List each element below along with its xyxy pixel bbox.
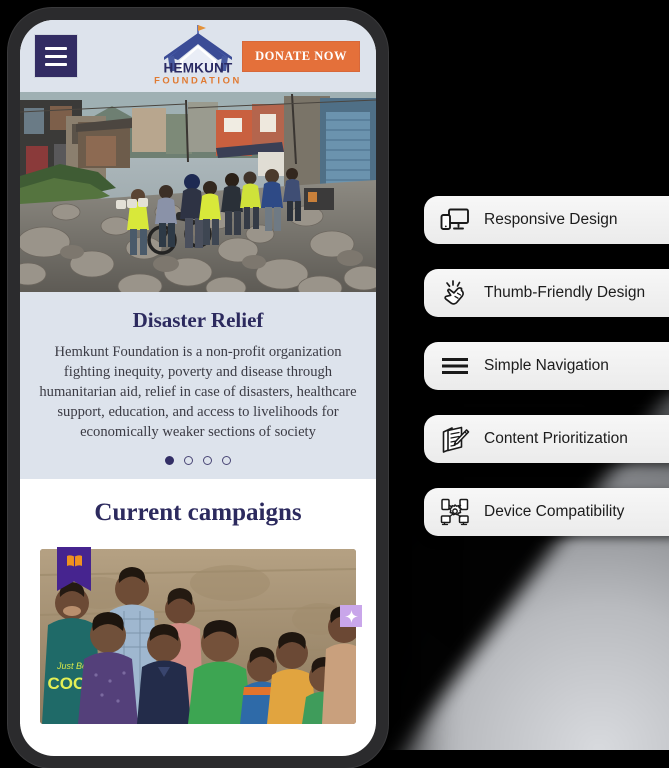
feature-card-content-prioritization[interactable]: Content Prioritization bbox=[424, 415, 669, 463]
hemkunt-logo-icon: HEMKUNT FOUNDATION bbox=[154, 25, 242, 86]
svg-text:Just Be: Just Be bbox=[56, 661, 87, 671]
slide-description: Hemkunt Foundation is a non-profit organ… bbox=[39, 344, 357, 440]
document-pencil-icon bbox=[440, 424, 470, 454]
sparkle-icon bbox=[344, 609, 358, 623]
thumb-tap-icon bbox=[440, 278, 470, 308]
phone-mockup: HEMKUNT FOUNDATION RELIEF AID · EDUCATIO… bbox=[8, 8, 388, 768]
feature-card-thumb-friendly-design[interactable]: Thumb-Friendly Design bbox=[424, 269, 669, 317]
hero-slide-caption: Disaster Relief Hemkunt Foundation is a … bbox=[20, 292, 376, 479]
carousel-dot-4[interactable] bbox=[222, 456, 231, 465]
disaster-relief-photo bbox=[20, 92, 376, 292]
site-header: HEMKUNT FOUNDATION RELIEF AID · EDUCATIO… bbox=[20, 20, 376, 101]
hamburger-menu-icon bbox=[440, 351, 470, 381]
feature-label: Device Compatibility bbox=[484, 503, 625, 520]
current-campaigns-section: Current campaigns Just Be COOL bbox=[20, 479, 376, 724]
carousel-dot-3[interactable] bbox=[203, 456, 212, 465]
feature-card-device-compatibility[interactable]: Device Compatibility bbox=[424, 488, 669, 536]
feature-label: Thumb-Friendly Design bbox=[484, 284, 646, 301]
campaigns-heading: Current campaigns bbox=[94, 499, 302, 526]
feature-card-simple-navigation[interactable]: Simple Navigation bbox=[424, 342, 669, 390]
menu-button[interactable] bbox=[34, 34, 78, 78]
book-icon bbox=[66, 555, 82, 567]
hamburger-icon-bar bbox=[45, 62, 67, 66]
feature-label: Content Prioritization bbox=[484, 430, 628, 447]
responsive-design-icon bbox=[440, 205, 470, 235]
feature-card-responsive-design[interactable]: Responsive Design bbox=[424, 196, 669, 244]
carousel-dots bbox=[34, 456, 362, 465]
devices-gear-icon bbox=[440, 497, 470, 527]
hamburger-icon-bar bbox=[45, 46, 67, 50]
campaign-sparkle-chip[interactable] bbox=[340, 605, 362, 627]
site-logo[interactable]: HEMKUNT FOUNDATION RELIEF AID · EDUCATIO… bbox=[146, 23, 250, 101]
slide-title: Disaster Relief bbox=[132, 308, 264, 332]
phone-screen: HEMKUNT FOUNDATION RELIEF AID · EDUCATIO… bbox=[20, 20, 376, 756]
feature-card-list: Responsive Design Thumb-Friendly Design bbox=[424, 196, 669, 561]
carousel-dot-2[interactable] bbox=[184, 456, 193, 465]
carousel-dot-1[interactable] bbox=[165, 456, 174, 465]
campaign-card[interactable]: Just Be COOL bbox=[40, 547, 362, 724]
feature-label: Simple Navigation bbox=[484, 357, 609, 374]
svg-text:HEMKUNT: HEMKUNT bbox=[164, 61, 233, 76]
hamburger-icon-bar bbox=[45, 54, 67, 58]
svg-text:FOUNDATION: FOUNDATION bbox=[154, 75, 242, 86]
feature-label: Responsive Design bbox=[484, 211, 618, 228]
hero-photo bbox=[20, 92, 376, 292]
donate-now-button[interactable]: DONATE NOW bbox=[242, 40, 360, 72]
